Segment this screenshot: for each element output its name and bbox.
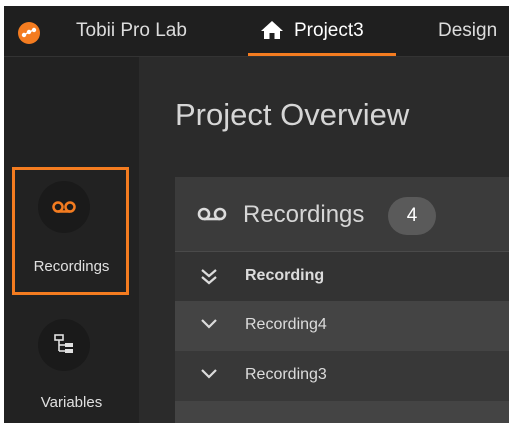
tab-design[interactable]: Design — [438, 20, 497, 42]
chevron-down-icon[interactable] — [199, 317, 219, 336]
sidebar-item-label: Recordings — [33, 258, 110, 275]
home-icon — [260, 20, 284, 45]
table-row[interactable] — [175, 401, 509, 423]
variables-icon — [38, 319, 90, 371]
recordings-icon — [38, 181, 90, 233]
column-header-recording: Recording — [245, 267, 325, 284]
sidebar-item-variables[interactable]: Variables — [4, 312, 139, 423]
table-row[interactable]: Recording4 — [175, 301, 509, 351]
table-header-row[interactable]: Recording — [175, 251, 509, 302]
tab-project[interactable]: Project3 — [248, 6, 396, 56]
chevron-down-icon[interactable] — [199, 367, 219, 386]
recordings-icon — [195, 207, 229, 228]
table-row[interactable]: Recording3 — [175, 351, 509, 401]
recording-name: Recording3 — [245, 366, 327, 383]
tab-project-label: Project3 — [294, 20, 364, 41]
recordings-panel: Recordings 4 Recording Recording4 Record… — [175, 177, 509, 423]
sidebar-item-recordings[interactable]: Recordings — [4, 167, 139, 300]
recording-name: Recording4 — [245, 316, 327, 333]
panel-header: Recordings 4 — [175, 177, 509, 251]
tobii-logo-icon — [18, 22, 40, 44]
app-name: Tobii Pro Lab — [76, 20, 187, 41]
sidebar: Recordings Variables — [4, 57, 139, 423]
sidebar-item-label: Variables — [40, 394, 103, 411]
active-tab-indicator — [248, 53, 396, 56]
main-content: Project Overview Recordings 4 Recording … — [139, 57, 509, 423]
app-window: Tobii Pro Lab Project3 Design Recordings… — [4, 6, 509, 423]
recording-count-badge: 4 — [388, 197, 436, 235]
panel-title: Recordings — [243, 201, 365, 228]
collapse-all-icon[interactable] — [199, 268, 219, 291]
page-title: Project Overview — [175, 97, 410, 132]
top-bar: Tobii Pro Lab Project3 Design — [4, 6, 509, 57]
